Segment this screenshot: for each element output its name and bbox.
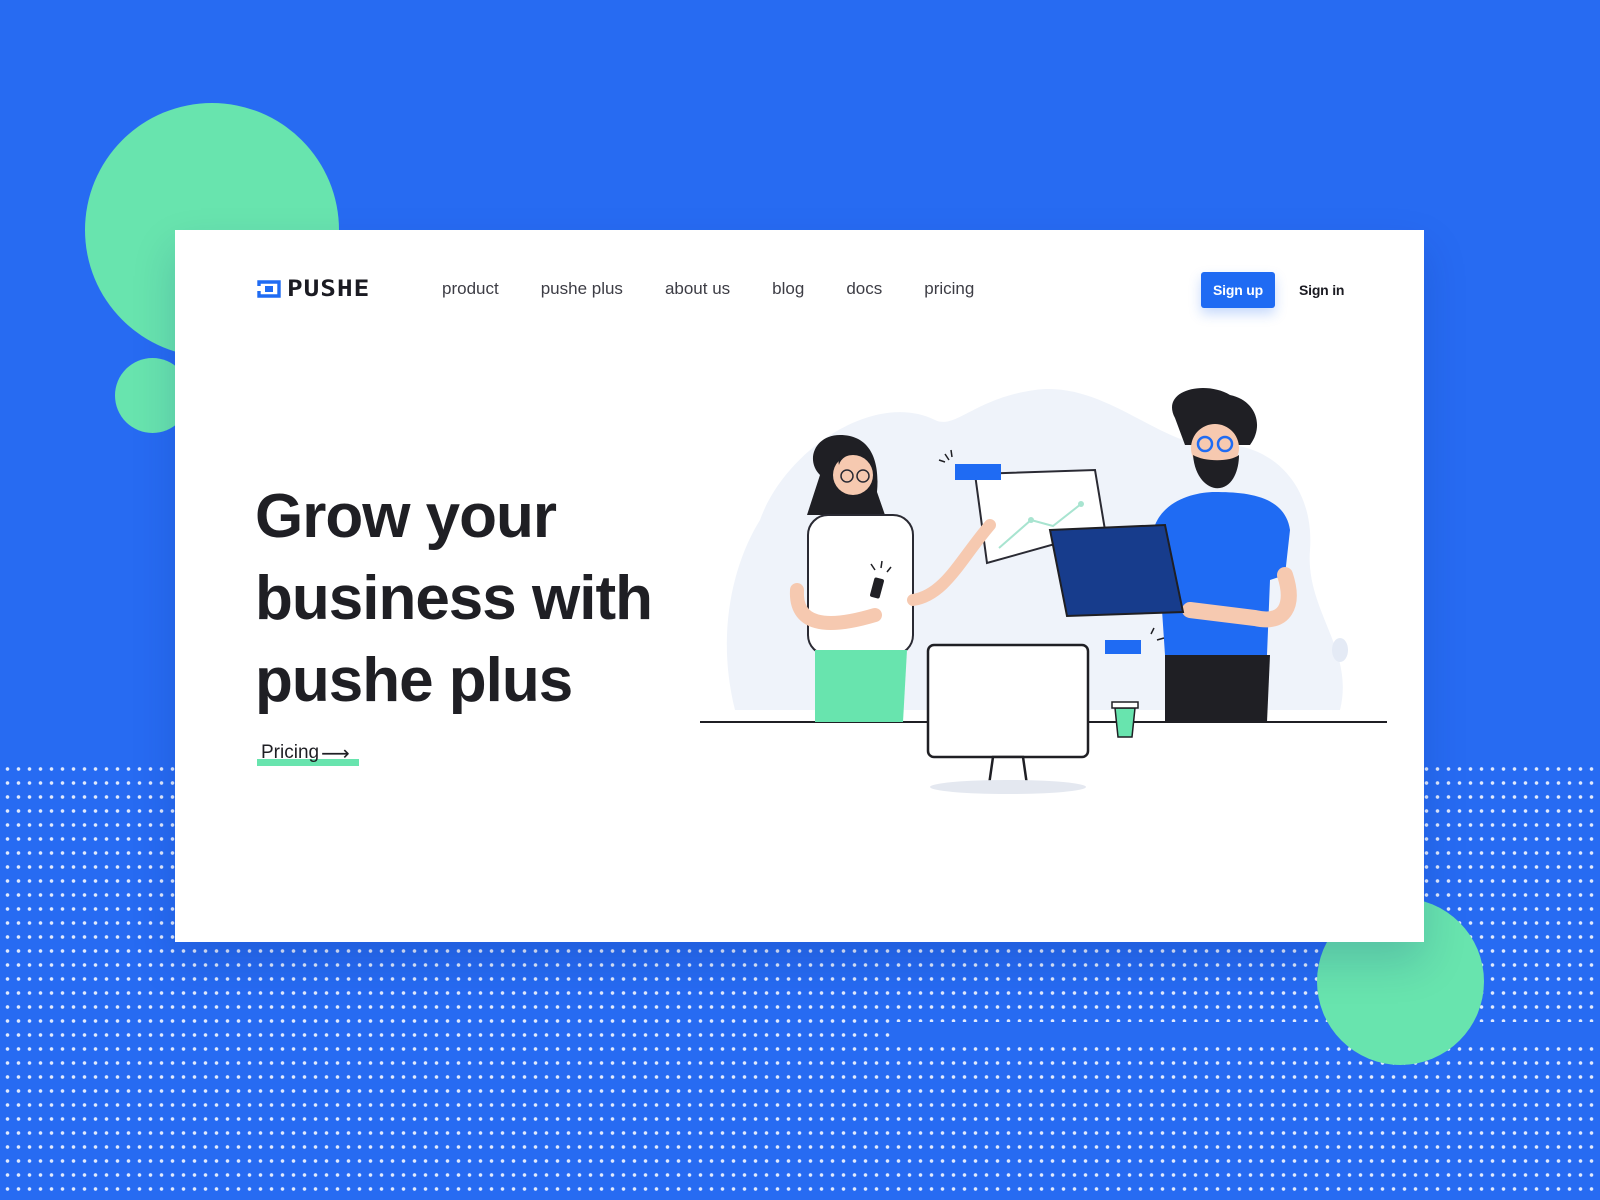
decor-oval: [1332, 638, 1348, 662]
monitor-icon: [926, 643, 1090, 794]
dotted-background-gap: [890, 1022, 1600, 1044]
pricing-cta-link[interactable]: Pricing ⟶: [257, 738, 359, 768]
arrow-right-icon: ⟶: [321, 742, 350, 765]
hero-illustration: [700, 388, 1387, 794]
pricing-cta-label: Pricing: [261, 742, 320, 763]
landing-page-card: PUSHE product pushe plus about us blog d…: [175, 230, 1424, 942]
coffee-cup-icon: [1111, 701, 1139, 738]
